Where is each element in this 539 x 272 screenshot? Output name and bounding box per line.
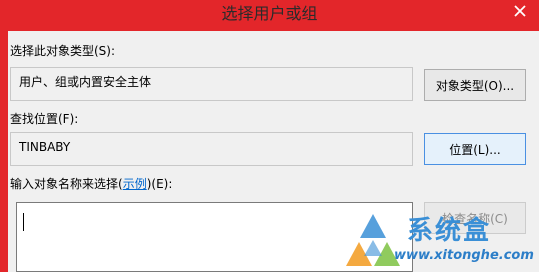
watermark-text: 系统盒	[407, 216, 492, 246]
text-caret	[23, 213, 24, 231]
location-value: TINBABY	[19, 140, 71, 154]
object-types-button[interactable]: 对象类型(O)...	[424, 69, 526, 101]
object-names-label: 输入对象名称来选择(示例)(E):	[10, 176, 172, 192]
object-type-value: 用户、组或内置安全主体	[19, 75, 152, 89]
location-label: 查找位置(F):	[10, 112, 79, 126]
title-bar: 选择用户或组	[0, 0, 539, 31]
close-icon[interactable]	[513, 4, 527, 18]
locations-button[interactable]: 位置(L)...	[424, 133, 526, 165]
object-type-field: 用户、组或内置安全主体	[10, 67, 413, 101]
window-title: 选择用户或组	[221, 4, 318, 23]
examples-link[interactable]: 示例	[123, 177, 147, 191]
object-names-label-prefix: 输入对象名称来选择(	[10, 177, 123, 191]
object-names-label-suffix: )(E):	[146, 177, 173, 191]
watermark-url: www.xitonghe.com	[394, 248, 534, 263]
watermark: 系统盒 www.xitonghe.com	[342, 210, 539, 272]
object-type-label: 选择此对象类型(S):	[10, 44, 116, 58]
location-field: TINBABY	[10, 132, 413, 166]
